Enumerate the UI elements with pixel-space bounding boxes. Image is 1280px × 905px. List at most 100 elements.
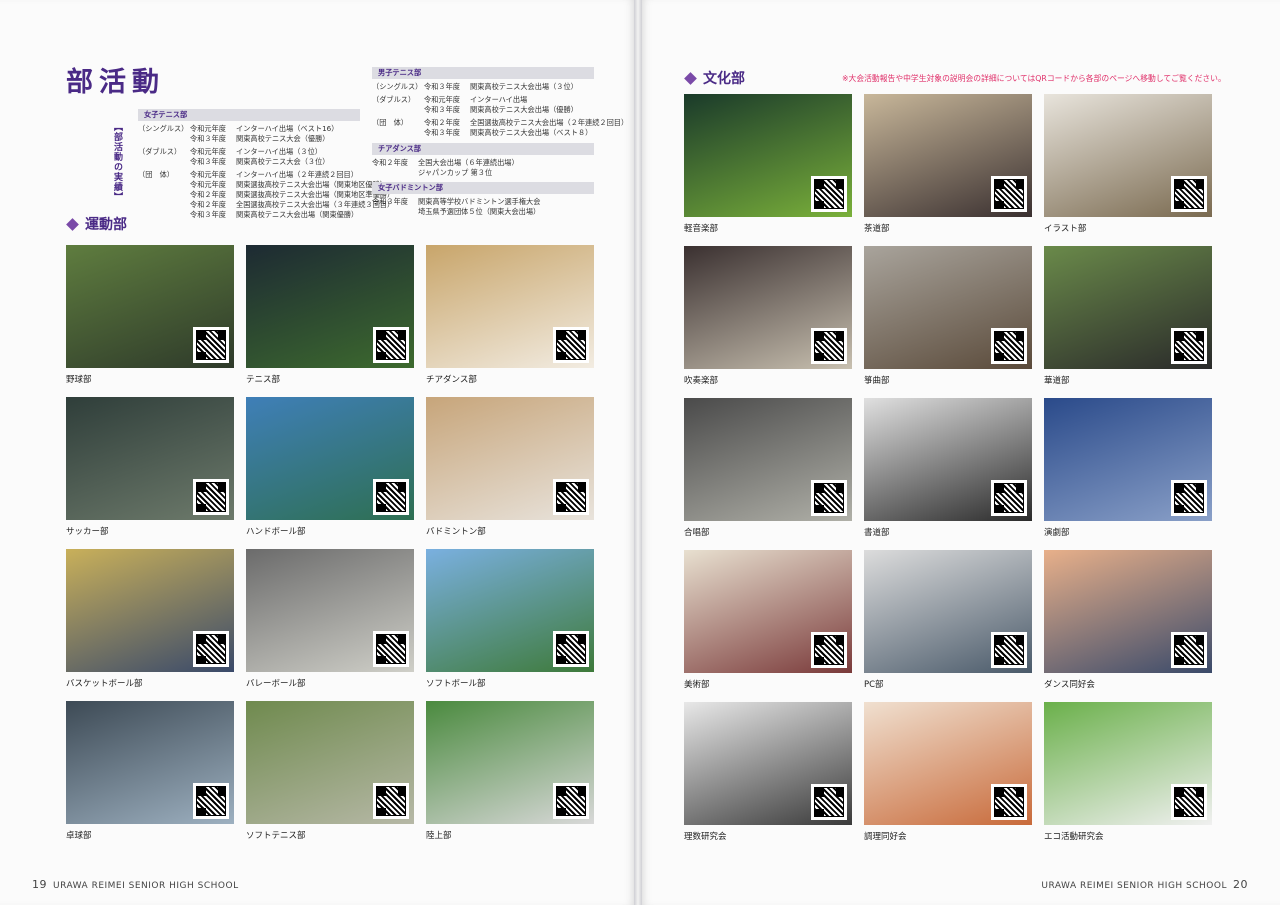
club-label: イラスト部 (1044, 224, 1087, 234)
club-label: 華道部 (1044, 376, 1070, 386)
culture-heading: 文化部 (684, 68, 745, 88)
qr-code-icon[interactable]: ソフトテニス部 (373, 783, 409, 819)
qr-pattern (376, 330, 406, 360)
qr-code-icon[interactable]: バレーボール部 (373, 631, 409, 667)
qr-pattern (1174, 635, 1204, 665)
result-text: 関東高校テニス大会（優勝） (236, 134, 330, 143)
club-label: 箏曲部 (864, 376, 890, 386)
result-text: 関東選抜高校テニス大会出場（関東地区準優勝） (236, 190, 395, 199)
qr-pattern (376, 482, 406, 512)
club-card: チアダンス部チアダンス部 (426, 245, 594, 385)
club-card: 美術部美術部 (684, 550, 852, 690)
culture-heading-text: 文化部 (703, 71, 745, 87)
result-category (138, 180, 190, 190)
club-photo: 茶道部 (864, 94, 1032, 217)
qr-code-icon[interactable]: サッカー部 (193, 479, 229, 515)
club-card: 硬式野球部野球部 (66, 245, 234, 385)
club-photo: チアダンス部 (426, 245, 594, 368)
qr-code-icon[interactable]: バドミントン部 (553, 479, 589, 515)
club-card: 合唱部合唱部 (684, 398, 852, 538)
result-text: 関東高校テニス大会出場（３位） (470, 82, 578, 91)
club-photo: 吹奏楽部 (684, 246, 852, 369)
result-year (372, 207, 418, 217)
result-row: （ダブルス） 令和元年度 インターハイ出場（３位） (138, 147, 360, 157)
club-card: 演劇部演劇部 (1044, 398, 1212, 538)
club-label: 演劇部 (1044, 528, 1070, 538)
qr-code-icon[interactable]: 演劇部 (1171, 480, 1207, 516)
result-year: 令和３年度 (424, 128, 460, 137)
qr-code-icon[interactable]: 書道部 (991, 480, 1027, 516)
club-card: 吹奏楽部吹奏楽部 (684, 246, 852, 386)
club-card: 軽音楽部軽音楽部 (684, 94, 852, 234)
result-category (372, 105, 424, 115)
qr-pattern (556, 634, 586, 664)
club-card: ソフトボール部ソフトボール部 (426, 549, 594, 689)
club-card: テニス部テニス部 (246, 245, 414, 385)
sports-heading: 運動部 (66, 214, 127, 234)
qr-code-icon[interactable]: 理数研究会 (811, 784, 847, 820)
qr-code-icon[interactable]: テニス部 (373, 327, 409, 363)
qr-code-icon[interactable]: ハンドボール部 (373, 479, 409, 515)
qr-code-icon[interactable]: ダンス同好会 (1171, 632, 1207, 668)
result-row: 令和３年度 関東高校テニス大会出場（優勝） (372, 105, 594, 115)
qr-code-icon[interactable]: 軽音楽部 (811, 176, 847, 212)
club-photo: ダンス同好会 (1044, 550, 1212, 673)
qr-pattern (376, 634, 406, 664)
results-cheer-dance: チアダンス部 令和２年度 全国大会出場（６年連続出場） ジャパンカップ 第３位 (372, 143, 594, 178)
qr-pattern (196, 634, 226, 664)
club-label: 茶道部 (864, 224, 890, 234)
club-photo: 合唱部 (684, 398, 852, 521)
result-row: 令和２年度 全国大会出場（６年連続出場） (372, 158, 594, 168)
qr-code-icon[interactable]: 箏曲部 (991, 328, 1027, 364)
qr-code-icon[interactable]: 茶道部 (991, 176, 1027, 212)
club-label: ハンドボール部 (246, 527, 306, 537)
result-row: （シングルス） 令和３年度 関東高校テニス大会出場（３位） (372, 82, 594, 92)
club-photo: サッカー部 (66, 397, 234, 520)
result-year: 令和３年度 (372, 197, 408, 206)
qr-code-icon[interactable]: 陸上部 (553, 783, 589, 819)
result-row: （団 体） 令和２年度 全国選抜高校テニス大会出場（２年連続２回目） (372, 118, 628, 128)
footer-right: URAWA REIMEI SENIOR HIGH SCHOOL 20 (1041, 878, 1254, 891)
club-photo: 硬式野球部 (66, 245, 234, 368)
club-card: 卓球部卓球部 (66, 701, 234, 841)
club-card: ハンドボール部ハンドボール部 (246, 397, 414, 537)
qr-code-icon[interactable]: 卓球部 (193, 783, 229, 819)
club-photo: 卓球部 (66, 701, 234, 824)
club-photo: PC部 (864, 550, 1032, 673)
result-row: 令和２年度 関東選抜高校テニス大会出場（関東地区準優勝） (138, 190, 394, 200)
club-card: 箏曲部箏曲部 (864, 246, 1032, 386)
club-photo: ソフトボール部 (426, 549, 594, 672)
sports-heading-text: 運動部 (85, 217, 127, 233)
result-year: 令和３年度 (190, 210, 226, 219)
qr-code-icon[interactable]: 吹奏楽部 (811, 328, 847, 364)
qr-code-icon[interactable]: 華道部 (1171, 328, 1207, 364)
club-photo: 華道部 (1044, 246, 1212, 369)
qr-code-icon[interactable]: イラスト部 (1171, 176, 1207, 212)
club-photo: 陸上部 (426, 701, 594, 824)
result-text: インターハイ出場（３位） (236, 147, 322, 156)
result-category (138, 157, 190, 167)
qr-pattern (814, 635, 844, 665)
qr-pattern (994, 483, 1024, 513)
club-label: 軽音楽部 (684, 224, 719, 234)
result-year: 令和２年度 (372, 158, 408, 167)
qr-code-icon[interactable]: 調理同好会 (991, 784, 1027, 820)
club-label: 合唱部 (684, 528, 710, 538)
result-year: 令和元年度 (190, 170, 226, 179)
qr-code-icon[interactable]: PC部 (991, 632, 1027, 668)
club-photo: 演劇部 (1044, 398, 1212, 521)
qr-code-icon[interactable]: ECO (1171, 784, 1207, 820)
qr-code-icon[interactable]: 合唱部 (811, 480, 847, 516)
qr-code-icon[interactable]: 硬式野球部 (193, 327, 229, 363)
club-photo: 調理同好会 (864, 702, 1032, 825)
qr-code-icon[interactable]: ソフトボール部 (553, 631, 589, 667)
qr-pattern (814, 179, 844, 209)
qr-code-icon[interactable]: バスケットボール部 (193, 631, 229, 667)
qr-code-icon[interactable]: 美術部 (811, 632, 847, 668)
result-text: 全国大会出場（６年連続出場） (418, 158, 519, 167)
club-photo: 理数研究会 (684, 702, 852, 825)
result-year: 令和元年度 (424, 95, 460, 104)
club-label: バレーボール部 (246, 679, 306, 689)
qr-code-icon[interactable]: チアダンス部 (553, 327, 589, 363)
result-category (138, 190, 190, 200)
